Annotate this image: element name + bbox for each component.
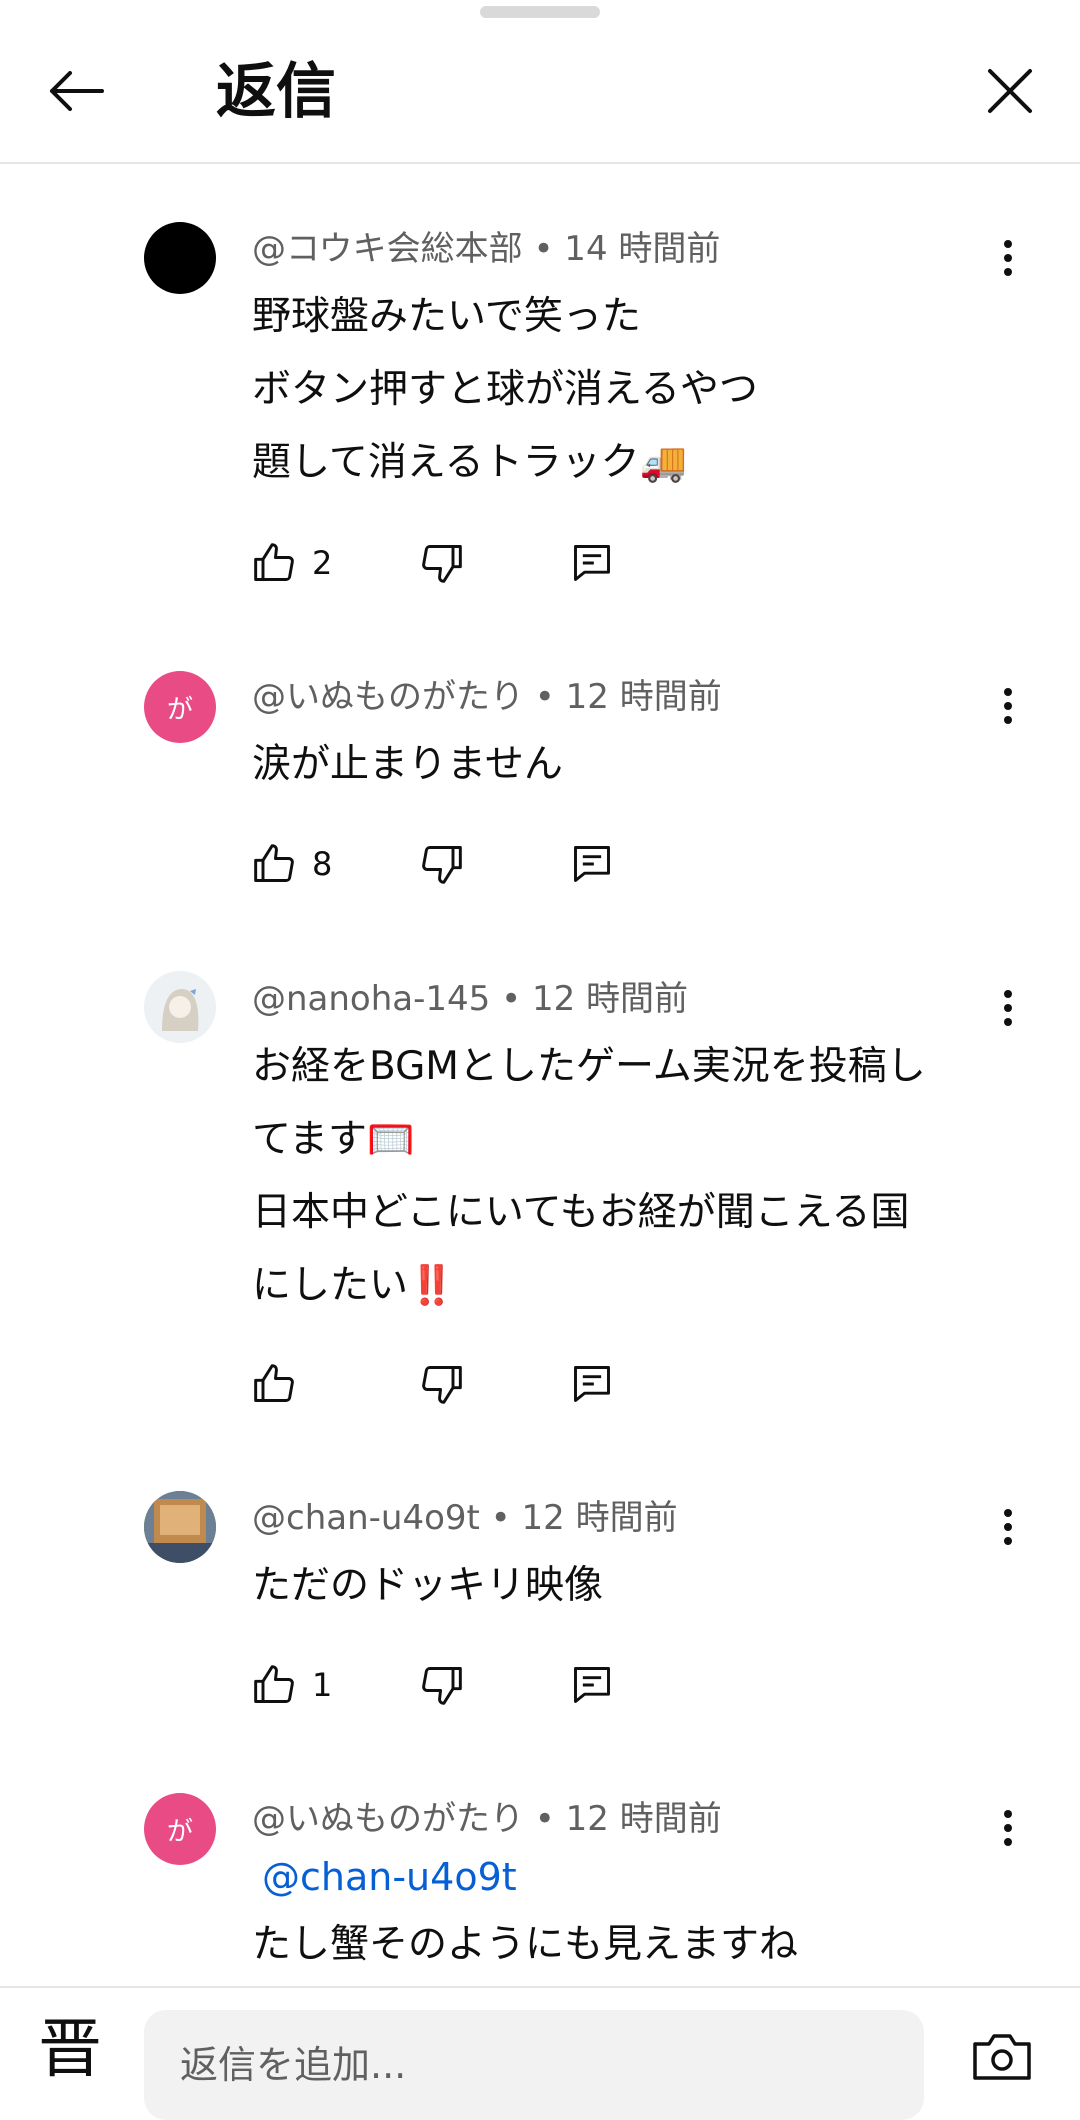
- comment-line: にしたい: [252, 1263, 409, 1308]
- comment-icon: [574, 846, 610, 882]
- like-button[interactable]: 2: [252, 535, 332, 591]
- comment-icon: [574, 1366, 610, 1402]
- comment-text: たし蟹そのようにも見えますね: [252, 1908, 992, 1981]
- reply-composer: 晋: [0, 1986, 1080, 2120]
- comment-text: ただのドッキリ映像: [252, 1549, 992, 1622]
- mention-link[interactable]: @chan-u4o9t: [262, 1852, 517, 1902]
- avatar[interactable]: [144, 222, 216, 294]
- avatar-letter: が: [166, 694, 193, 725]
- arrow-left-icon: [50, 71, 104, 111]
- more-options-button[interactable]: [986, 980, 1030, 1036]
- thumb-down-icon: [422, 1667, 462, 1705]
- comment-text: 涙が止まりません: [252, 728, 992, 801]
- comment-meta: @コウキ会総本部 • 14 時間前: [252, 229, 721, 269]
- back-button[interactable]: [36, 56, 116, 126]
- reply-button[interactable]: [570, 836, 614, 892]
- comment-line: 題して消えるトラック: [252, 440, 640, 485]
- more-options-button[interactable]: [986, 230, 1030, 286]
- comment-line: 野球盤みたいで笑った: [252, 294, 641, 339]
- truck-emoji: 🚚: [639, 440, 687, 484]
- thumb-down-icon: [422, 545, 462, 583]
- like-count: 2: [312, 544, 333, 582]
- more-options-button[interactable]: [986, 678, 1030, 734]
- comment-icon: [574, 1667, 610, 1703]
- dislike-button[interactable]: [420, 1356, 464, 1412]
- close-button[interactable]: [970, 56, 1050, 126]
- comment-actions: 2: [252, 535, 672, 591]
- comment-meta: @nanoha-145 • 12 時間前: [252, 979, 689, 1019]
- thumb-up-icon: [254, 543, 294, 581]
- like-button[interactable]: 1: [252, 1657, 332, 1713]
- comment-line: お経をBGMとしたゲーム実況を投稿し: [252, 1044, 926, 1089]
- more-options-button[interactable]: [986, 1800, 1030, 1856]
- dislike-button[interactable]: [420, 836, 464, 892]
- comment-icon: [574, 545, 610, 581]
- reply-button[interactable]: [570, 535, 614, 591]
- like-count: 1: [312, 1666, 333, 1704]
- comment-meta: @いぬものがたり • 12 時間前: [252, 677, 722, 717]
- goal-net-emoji: 🥅: [367, 1117, 415, 1161]
- dislike-button[interactable]: [420, 535, 464, 591]
- comment-actions: 8: [252, 836, 672, 892]
- anime-avatar-icon: [144, 971, 216, 1043]
- thumb-up-icon: [254, 844, 294, 882]
- comment-actions: 1: [252, 1657, 672, 1713]
- more-options-button[interactable]: [986, 1499, 1030, 1555]
- like-button[interactable]: 8: [252, 836, 332, 892]
- thumb-up-icon: [254, 1364, 294, 1402]
- user-avatar: 晋: [38, 2013, 102, 2087]
- comment-meta: @いぬものがたり • 12 時間前: [252, 1799, 722, 1839]
- comment-line: 涙が止まりません: [252, 742, 563, 787]
- dislike-button[interactable]: [420, 1657, 464, 1713]
- like-button[interactable]: [252, 1356, 312, 1412]
- avatar[interactable]: [144, 971, 216, 1043]
- comment-text: お経をBGMとしたゲーム実況を投稿し てます🥅 日本中どこにいてもお経が聞こえる…: [252, 1030, 992, 1322]
- avatar-letter: が: [166, 1816, 193, 1847]
- comment-text: 野球盤みたいで笑った ボタン押すと球が消えるやつ 題して消えるトラック🚚: [252, 280, 992, 499]
- header: 返信: [0, 0, 1080, 164]
- more-vert-icon: [1004, 1810, 1012, 1846]
- close-icon: [988, 69, 1032, 113]
- reply-input[interactable]: [144, 2010, 924, 2120]
- thumb-down-icon: [422, 1366, 462, 1404]
- double-exclamation-emoji: ‼️: [408, 1263, 456, 1307]
- avatar[interactable]: [144, 1491, 216, 1563]
- comment-actions: [252, 1356, 672, 1412]
- thumb-up-icon: [254, 1665, 294, 1703]
- comment-line: ただのドッキリ映像: [252, 1563, 604, 1608]
- photo-avatar-icon: [144, 1491, 216, 1563]
- more-vert-icon: [1004, 1509, 1012, 1545]
- camera-button[interactable]: [962, 2022, 1042, 2092]
- reply-button[interactable]: [570, 1657, 614, 1713]
- camera-icon: [973, 2034, 1031, 2080]
- more-vert-icon: [1004, 990, 1012, 1026]
- comment-line: てます: [252, 1117, 368, 1162]
- avatar[interactable]: が: [144, 671, 216, 743]
- comment-line: 日本中どこにいてもお経が聞こえる国: [252, 1190, 910, 1235]
- more-vert-icon: [1004, 240, 1012, 276]
- avatar[interactable]: が: [144, 1793, 216, 1865]
- more-vert-icon: [1004, 688, 1012, 724]
- comment-line: ボタン押すと球が消えるやつ: [252, 367, 758, 412]
- reply-button[interactable]: [570, 1356, 614, 1412]
- page-title: 返信: [216, 57, 336, 127]
- comment-line: たし蟹そのようにも見えますね: [252, 1922, 799, 1967]
- comment-meta: @chan-u4o9t • 12 時間前: [252, 1498, 678, 1538]
- like-count: 8: [312, 845, 333, 883]
- thumb-down-icon: [422, 846, 462, 884]
